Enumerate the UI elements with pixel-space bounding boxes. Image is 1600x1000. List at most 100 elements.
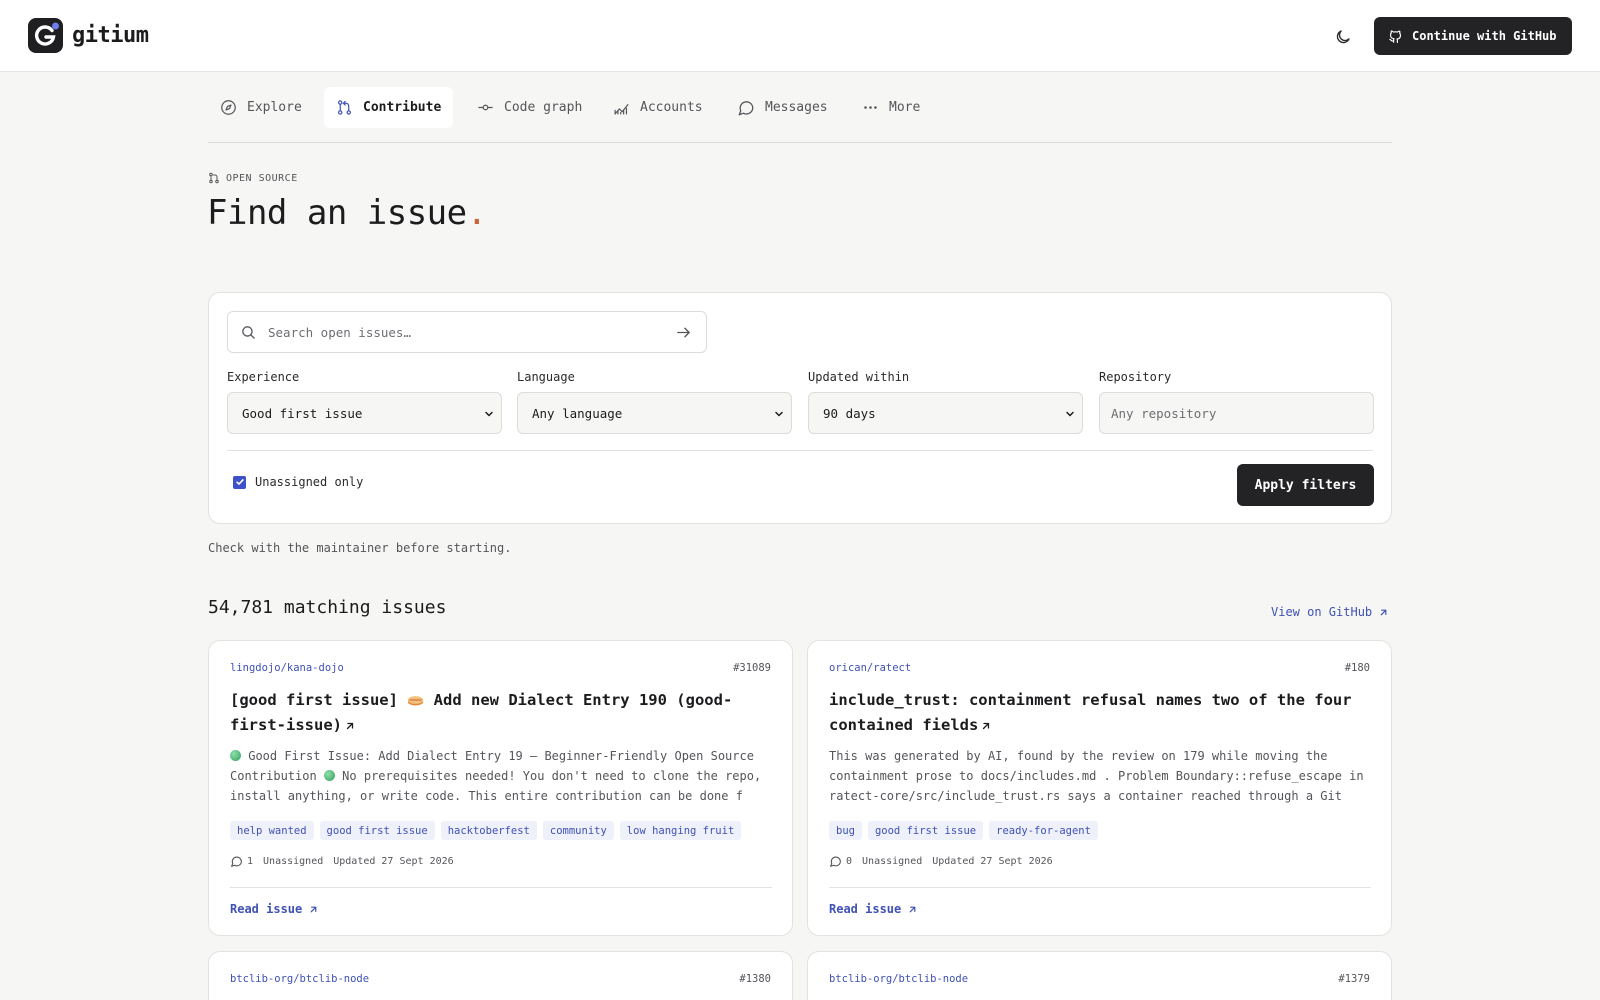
more-horizontal-icon — [864, 106, 877, 109]
nav-item-accounts[interactable]: Accounts — [601, 87, 715, 128]
experience-select[interactable]: Good first issue — [227, 392, 502, 434]
search-icon — [242, 326, 255, 339]
issue-repo-link[interactable]: btclib-org/btclib-node — [230, 973, 369, 985]
issue-number: #180 — [1344, 662, 1370, 674]
assignee-status: Unassigned — [862, 856, 923, 867]
app-logo[interactable]: gitium — [28, 18, 149, 53]
issue-card: lingdojo/kana-dojo #31089 [good first is… — [208, 640, 793, 936]
nav-label-contribute: Contribute — [363, 100, 442, 115]
comment-count: 0 — [829, 855, 852, 868]
issue-repo-link[interactable]: orican/ratect — [829, 662, 911, 674]
issue-tag[interactable]: hacktoberfest — [440, 821, 537, 840]
chevron-down-icon — [1066, 411, 1074, 417]
git-pull-request-icon — [338, 100, 351, 115]
page-title-dot: . — [466, 193, 487, 233]
nav-item-messages[interactable]: Messages — [725, 87, 840, 128]
issue-repo-link[interactable]: btclib-org/btclib-node — [829, 973, 968, 985]
read-issue-link[interactable]: Read issue — [230, 902, 319, 916]
issue-repo-link[interactable]: lingdojo/kana-dojo — [230, 662, 344, 674]
search-box — [227, 311, 707, 353]
external-link-icon — [310, 906, 317, 912]
issue-card: btclib-org/btclib-node #1379 — [807, 951, 1392, 1000]
external-link-icon — [983, 722, 990, 729]
git-pull-request-icon — [209, 172, 219, 184]
comment-icon — [231, 856, 242, 867]
issue-number: #31089 — [733, 662, 771, 674]
page-title: Find an issue. — [207, 193, 487, 233]
chevron-down-icon — [485, 411, 493, 417]
compass-icon — [221, 100, 236, 115]
moon-icon — [1336, 30, 1350, 44]
updated-within-value: 90 days — [823, 405, 876, 421]
nav-item-code-graph[interactable]: Code graph — [465, 87, 594, 128]
unassigned-only-checkbox[interactable]: Unassigned only — [233, 475, 363, 489]
nav-label-explore: Explore — [247, 100, 302, 115]
view-on-github-label: View on GitHub — [1271, 605, 1373, 619]
chevron-down-icon — [775, 411, 783, 417]
continue-with-github-button[interactable]: Continue with GitHub — [1374, 17, 1572, 55]
nav-label-more: More — [889, 100, 921, 115]
nav-item-explore[interactable]: Explore — [208, 87, 314, 128]
green-circle-emoji-icon — [323, 770, 335, 781]
issue-tag[interactable]: good first issue — [319, 821, 435, 840]
search-input[interactable] — [268, 320, 648, 344]
filter-panel: Experience Good first issue Language Any… — [208, 292, 1392, 524]
panel-divider — [227, 450, 1373, 451]
nav-label-accounts: Accounts — [640, 100, 703, 115]
nav-label-code-graph: Code graph — [504, 100, 583, 115]
updated-date: Updated 27 Sept 2026 — [333, 856, 454, 867]
pie-emoji-icon — [408, 696, 424, 706]
read-issue-label: Read issue — [230, 902, 303, 916]
section-kicker: OPEN SOURCE — [208, 172, 298, 184]
continue-with-github-label: Continue with GitHub — [1412, 29, 1557, 43]
language-value: Any language — [532, 405, 623, 421]
issue-tags: help wanted good first issue hacktoberfe… — [230, 821, 742, 840]
experience-value: Good first issue — [242, 405, 363, 421]
issue-title-text: include_trust: containment refusal names… — [829, 691, 1352, 734]
external-link-icon — [1380, 609, 1387, 615]
issue-tag[interactable]: help wanted — [230, 821, 314, 840]
issue-description: Good First Issue: Add Dialect Entry 19 —… — [230, 746, 770, 806]
app-name: gitium — [72, 23, 149, 48]
issue-meta: 0 Unassigned Updated 27 Sept 2026 — [829, 855, 1053, 868]
arrow-right-icon[interactable] — [675, 324, 692, 341]
checkbox-checked-icon — [233, 475, 246, 489]
chart-line-icon — [614, 104, 629, 115]
issue-tag[interactable]: ready-for-agent — [989, 821, 1098, 840]
top-bar: gitium Continue with GitHub — [0, 0, 1600, 72]
external-link-icon — [346, 722, 354, 729]
language-label: Language — [517, 370, 575, 384]
green-circle-emoji-icon — [230, 750, 241, 761]
issue-title-link[interactable]: [good first issue] Add new Dialect Entry… — [230, 688, 775, 738]
issue-tag[interactable]: good first issue — [867, 821, 984, 840]
issue-tag[interactable]: community — [542, 821, 614, 840]
experience-label: Experience — [227, 370, 300, 384]
nav-item-more[interactable]: More — [850, 87, 932, 128]
view-on-github-link[interactable]: View on GitHub — [1271, 605, 1389, 619]
updated-within-label: Updated within — [808, 370, 910, 384]
comment-count-value: 1 — [247, 856, 254, 867]
read-issue-link[interactable]: Read issue — [829, 902, 918, 916]
updated-within-select[interactable]: 90 days — [808, 392, 1083, 434]
message-circle-icon — [738, 100, 754, 115]
nav-item-contribute[interactable]: Contribute — [324, 87, 454, 128]
assignee-status: Unassigned — [263, 856, 324, 867]
issue-tag[interactable]: low hanging fruit — [619, 821, 742, 840]
git-commit-icon — [478, 104, 493, 111]
external-link-icon — [909, 906, 916, 912]
issue-title-link[interactable]: include_trust: containment refusal names… — [829, 688, 1374, 738]
issue-tag[interactable]: bug — [829, 821, 862, 840]
comment-count-value: 0 — [846, 856, 853, 867]
issue-number: #1379 — [1338, 973, 1370, 985]
issue-card: orican/ratect #180 include_trust: contai… — [807, 640, 1392, 936]
main-nav: Explore Contribute Code graph Accounts M… — [208, 87, 1392, 143]
updated-date: Updated 27 Sept 2026 — [932, 856, 1053, 867]
issue-meta: 1 Unassigned Updated 27 Sept 2026 — [230, 855, 454, 868]
theme-toggle-button[interactable] — [1330, 24, 1356, 50]
apply-filters-button[interactable]: Apply filters — [1237, 464, 1374, 506]
issue-description: This was generated by AI, found by the r… — [829, 749, 1364, 803]
language-select[interactable]: Any language — [517, 392, 792, 434]
repository-input[interactable] — [1099, 392, 1374, 434]
issue-tags: bug good first issue ready-for-agent — [829, 821, 1098, 840]
unassigned-only-label: Unassigned only — [255, 475, 364, 489]
